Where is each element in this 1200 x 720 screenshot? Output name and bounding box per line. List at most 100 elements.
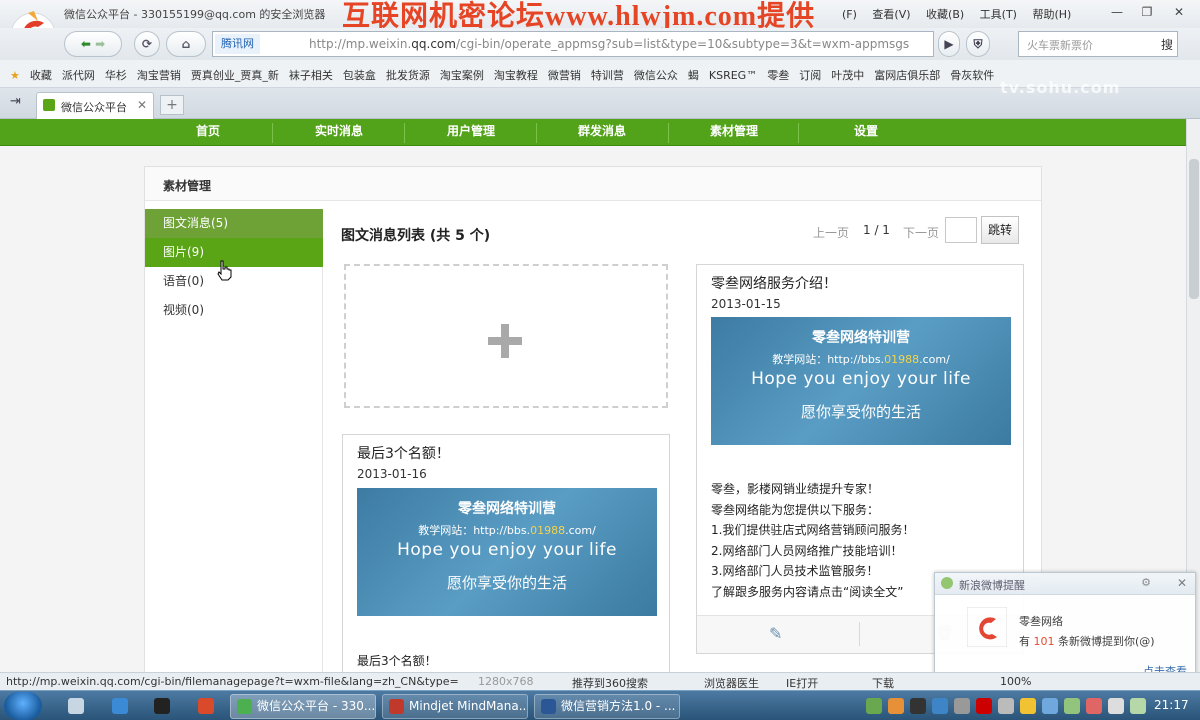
desc-line: 了解跟多服务内容请点击“阅读全文”	[711, 584, 904, 599]
search-input[interactable]: 火车票新票价	[1027, 37, 1093, 53]
tray-icon[interactable]	[910, 698, 926, 714]
tray-icon[interactable]	[976, 698, 992, 714]
fav-item[interactable]: 收藏	[30, 69, 52, 82]
search-button[interactable]: 搜	[1161, 36, 1173, 53]
popup-close-icon[interactable]: ✕	[1177, 576, 1187, 590]
fav-item[interactable]: KSREG™	[709, 69, 757, 82]
home-icon[interactable]: ⌂	[166, 31, 206, 57]
next-page-link[interactable]: 下一页	[903, 224, 939, 241]
address-url[interactable]: http://mp.weixin.qq.com/cgi-bin/operate_…	[309, 37, 909, 51]
go-button[interactable]: 跳转	[981, 216, 1019, 244]
menu-help[interactable]: 帮助(H)	[1032, 8, 1071, 21]
scrollbar-thumb[interactable]	[1189, 159, 1199, 299]
tray-icon[interactable]	[998, 698, 1014, 714]
tray-icon[interactable]	[1064, 698, 1080, 714]
fav-item[interactable]: 微营销	[548, 69, 581, 82]
tray-icon[interactable]	[932, 698, 948, 714]
clock[interactable]: 21:17	[1154, 698, 1189, 712]
tray-icon[interactable]	[1020, 698, 1036, 714]
card-title[interactable]: 零叁网络服务介绍！	[711, 273, 837, 293]
fav-item[interactable]: 淘宝教程	[494, 69, 538, 82]
quick-launch-icon[interactable]	[112, 698, 128, 714]
tray-icon[interactable]	[1086, 698, 1102, 714]
back-forward-buttons[interactable]: ⬅ ➡	[64, 31, 122, 57]
fav-item[interactable]: 袜子相关	[289, 69, 333, 82]
qq-icon[interactable]	[154, 698, 170, 714]
sidebar-toggle-icon[interactable]: ⇥	[10, 94, 21, 109]
status-browser-doctor[interactable]: 浏览器医生	[704, 675, 759, 691]
weibo-launch-icon[interactable]	[198, 698, 214, 714]
taskbar-item-word[interactable]: 微信营销方法1.0 - ...	[534, 694, 680, 719]
taskbar-item-browser[interactable]: 微信公众平台 - 330...	[230, 694, 376, 719]
fav-item[interactable]: 骨灰软件	[950, 69, 994, 82]
menu-tools[interactable]: 工具(T)	[980, 8, 1017, 21]
search-box[interactable]: 火车票新票价 搜	[1018, 31, 1178, 57]
menu-file[interactable]: (F)	[842, 8, 857, 21]
prev-page-link[interactable]: 上一页	[813, 224, 849, 241]
status-downloads[interactable]: 下载	[872, 675, 894, 691]
fav-item[interactable]: 特训营	[591, 69, 624, 82]
page-number-input[interactable]	[945, 217, 977, 243]
address-bar[interactable]: 腾讯网 http://mp.weixin.qq.com/cgi-bin/oper…	[212, 31, 934, 57]
tray-icon[interactable]	[866, 698, 882, 714]
fav-item[interactable]: 派代网	[62, 69, 95, 82]
nav-user-management[interactable]: 用户管理	[422, 119, 520, 146]
start-button[interactable]	[4, 692, 42, 720]
sidebar-item-images[interactable]: 图片(9)	[145, 238, 323, 267]
fav-item[interactable]: 淘宝营销	[137, 69, 181, 82]
popup-account-name: 零叁网络	[1019, 615, 1063, 628]
forward-arrow-icon[interactable]: ➡	[95, 37, 105, 51]
minimize-icon[interactable]: —	[1102, 2, 1132, 22]
material-card[interactable]: 最后3个名额！ 2013-01-16 零叁网络特训营 教学网站：http://b…	[342, 434, 670, 684]
fav-item[interactable]: 零叁	[767, 69, 789, 82]
tray-icon[interactable]	[1042, 698, 1058, 714]
edit-icon[interactable]: ✎	[769, 624, 782, 643]
word-icon	[541, 699, 556, 714]
new-tab-button[interactable]: +	[160, 95, 184, 115]
show-desktop-icon[interactable]	[68, 698, 84, 714]
status-zoom[interactable]: 100%	[1000, 675, 1031, 688]
taskbar-item-mindjet[interactable]: Mindjet MindMana...	[382, 694, 528, 719]
tray-icon[interactable]	[888, 698, 904, 714]
address-site-badge[interactable]: 腾讯网	[215, 34, 260, 54]
close-window-icon[interactable]: ✕	[1164, 2, 1194, 22]
nav-mass-messages[interactable]: 群发消息	[554, 119, 650, 146]
cover-line-title: 零叁网络特训营	[458, 501, 556, 517]
go-arrow-icon[interactable]: ▶	[938, 31, 960, 57]
nav-realtime-messages[interactable]: 实时消息	[290, 119, 388, 146]
tab-close-icon[interactable]: ✕	[137, 98, 147, 112]
nav-materials[interactable]: 素材管理	[686, 119, 782, 146]
status-push-360[interactable]: 推荐到360搜索	[572, 675, 648, 691]
fav-item[interactable]: 叶茂中	[831, 69, 864, 82]
card-title[interactable]: 最后3个名额！	[357, 443, 450, 463]
plus-icon[interactable]	[486, 322, 524, 360]
fav-item[interactable]: 订阅	[799, 69, 821, 82]
sidebar-item-video[interactable]: 视频(0)	[145, 296, 323, 325]
avatar	[967, 607, 1007, 647]
back-arrow-icon[interactable]: ⬅	[81, 37, 91, 51]
shield-icon[interactable]: ⛨	[966, 31, 990, 57]
fav-item[interactable]: 富网店俱乐部	[874, 69, 940, 82]
nav-home[interactable]: 首页	[160, 119, 256, 146]
fav-item[interactable]: 淘宝案例	[440, 69, 484, 82]
status-ie-open[interactable]: IE打开	[786, 675, 818, 691]
restore-icon[interactable]: ❐	[1132, 2, 1162, 22]
sidebar-item-voice[interactable]: 语音(0)	[145, 267, 323, 296]
nav-settings[interactable]: 设置	[818, 119, 914, 146]
fav-item[interactable]: 华杉	[105, 69, 127, 82]
fav-item[interactable]: 贾真创业_贾真_新	[191, 69, 279, 82]
menu-view[interactable]: 查看(V)	[872, 8, 910, 21]
network-icon[interactable]	[1130, 698, 1146, 714]
fav-item[interactable]: 批发货源	[386, 69, 430, 82]
refresh-icon[interactable]: ⟳	[134, 31, 160, 57]
fav-item[interactable]: 蝎	[688, 69, 699, 82]
sidebar-item-image-text[interactable]: 图文消息(5)	[145, 209, 323, 238]
add-new-material-card[interactable]	[344, 264, 668, 408]
volume-icon[interactable]	[1108, 698, 1124, 714]
tab-weixin[interactable]: 微信公众平台 ✕	[36, 92, 154, 119]
popup-settings-icon[interactable]: ⚙	[1141, 576, 1151, 589]
menu-favorites[interactable]: 收藏(B)	[926, 8, 964, 21]
tray-icon[interactable]	[954, 698, 970, 714]
fav-item[interactable]: 包装盒	[343, 69, 376, 82]
fav-item[interactable]: 微信公众	[634, 69, 678, 82]
